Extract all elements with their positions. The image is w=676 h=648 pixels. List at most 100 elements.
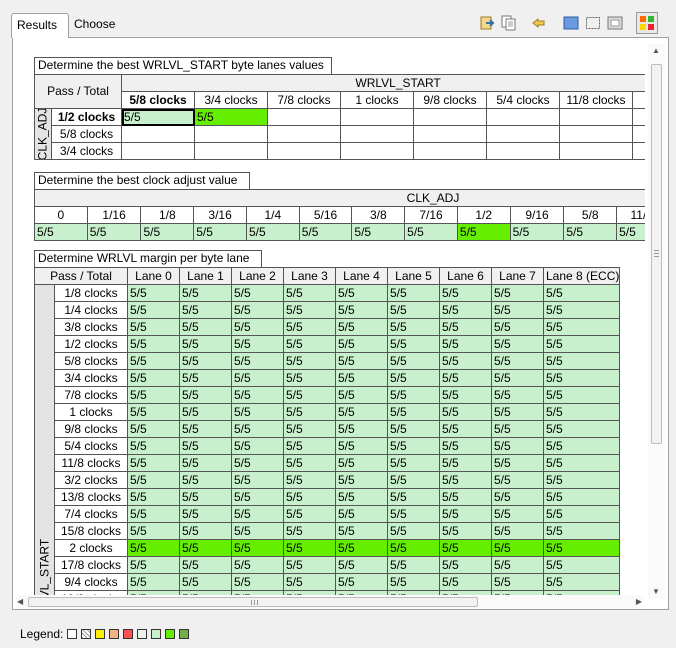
table-cell[interactable]: 5/5	[543, 284, 620, 302]
table-cell[interactable]: 5/5	[231, 301, 284, 319]
table-cell[interactable]: 5/5	[335, 352, 388, 370]
table-cell[interactable]: 5/5	[491, 335, 544, 353]
table-cell[interactable]: 5/5	[179, 386, 232, 404]
table-cell[interactable]: 5/5	[491, 437, 544, 455]
table-cell[interactable]	[413, 125, 487, 143]
table-cell[interactable]: 5/5	[335, 556, 388, 574]
table-cell[interactable]: 5/5	[439, 573, 492, 591]
table-cell[interactable]: 5/5	[179, 318, 232, 336]
table-cell[interactable]: 5/5	[283, 471, 336, 489]
table-cell[interactable]	[559, 142, 633, 160]
table-cell[interactable]: 5/5	[387, 454, 440, 472]
table-cell[interactable]	[194, 125, 268, 143]
table-cell[interactable]: 5/5	[387, 471, 440, 489]
layout-single-icon[interactable]	[562, 14, 580, 32]
grid-color-icon[interactable]	[636, 12, 658, 34]
table-cell[interactable]: 5/5	[335, 420, 388, 438]
table-cell[interactable]: 5/5	[335, 437, 388, 455]
table-cell[interactable]: 5/5	[231, 505, 284, 523]
table-cell[interactable]	[340, 142, 414, 160]
table-cell[interactable]: 5/5	[179, 488, 232, 506]
table-cell[interactable]: 5/5	[543, 403, 620, 421]
table-cell[interactable]: 5/5	[439, 318, 492, 336]
table-cell[interactable]: 5/5	[283, 420, 336, 438]
table-cell[interactable]: 5/5	[543, 539, 620, 557]
table-cell[interactable]: 5/5	[543, 318, 620, 336]
table-cell[interactable]: 5/5	[179, 556, 232, 574]
table-cell[interactable]: 5/5	[86, 223, 142, 241]
table-cell[interactable]: 5/5	[543, 420, 620, 438]
scroll-right-icon[interactable]: ▶	[636, 597, 642, 607]
table-cell[interactable]: 5/5	[491, 488, 544, 506]
copy-icon[interactable]	[500, 14, 518, 32]
table-cell[interactable]: 5/5	[335, 301, 388, 319]
table-cell[interactable]: 5/5	[335, 403, 388, 421]
table-cell[interactable]: 5/5	[127, 556, 180, 574]
table-cell[interactable]	[486, 125, 560, 143]
table-cell[interactable]: 5/5	[491, 352, 544, 370]
table-cell[interactable]: 5/5	[34, 223, 88, 241]
table-cell[interactable]	[631, 142, 645, 160]
table-cell[interactable]: 5/5	[351, 223, 406, 241]
table-cell[interactable]: 5/5	[283, 301, 336, 319]
table-cell[interactable]: 5/5	[491, 318, 544, 336]
table-cell[interactable]: 5/5	[127, 352, 180, 370]
table-cell[interactable]: 5/5	[387, 573, 440, 591]
table-cell[interactable]: 5/5	[439, 488, 492, 506]
table-cell[interactable]: 5/5	[491, 284, 544, 302]
table-cell[interactable]: 5/5	[283, 556, 336, 574]
table-cell[interactable]	[267, 142, 341, 160]
table-cell[interactable]: 5/5	[231, 318, 284, 336]
table-cell[interactable]: 5/5	[179, 505, 232, 523]
table-cell[interactable]: 5/5	[283, 403, 336, 421]
table-cell[interactable]	[340, 108, 414, 126]
table-cell[interactable]: 5/5	[335, 573, 388, 591]
table-cell[interactable]: 5/5	[283, 539, 336, 557]
table-cell[interactable]	[267, 125, 341, 143]
table-cell[interactable]: 5/5	[335, 522, 388, 540]
table-cell[interactable]: 5/5	[127, 301, 180, 319]
table-cell[interactable]: 5/5	[387, 420, 440, 438]
table-cell[interactable]: 5/5	[491, 386, 544, 404]
table-cell[interactable]: 5/5	[491, 573, 544, 591]
table-cell[interactable]	[486, 108, 560, 126]
table-cell[interactable]: 5/5	[563, 223, 618, 241]
table-cell[interactable]: 5/5	[387, 335, 440, 353]
table-cell[interactable]: 5/5	[127, 522, 180, 540]
table-cell[interactable]: 5/5	[127, 539, 180, 557]
table-cell[interactable]: 5/5	[491, 369, 544, 387]
table-cell[interactable]: 5/5	[335, 539, 388, 557]
vertical-scrollbar[interactable]: ▲ ▼	[648, 44, 665, 599]
table-cell[interactable]: 5/5	[335, 488, 388, 506]
table-cell[interactable]: 5/5	[231, 335, 284, 353]
table-cell[interactable]	[413, 108, 487, 126]
table-cell[interactable]: 5/5	[231, 488, 284, 506]
table-cell[interactable]: 5/5	[491, 522, 544, 540]
table-cell[interactable]: 5/5	[439, 403, 492, 421]
table-cell[interactable]: 5/5	[127, 471, 180, 489]
table-cell[interactable]: 5/5	[456, 223, 511, 241]
table-cell[interactable]: 5/5	[491, 471, 544, 489]
table-cell[interactable]: 5/5	[387, 437, 440, 455]
table-cell[interactable]: 5/5	[439, 522, 492, 540]
table-cell[interactable]: 5/5	[283, 437, 336, 455]
table-cell[interactable]: 5/5	[439, 369, 492, 387]
table-cell[interactable]	[631, 108, 645, 126]
table-cell[interactable]: 5/5	[387, 301, 440, 319]
tab-results[interactable]: Results	[11, 13, 69, 38]
table-cell[interactable]: 5/5	[387, 369, 440, 387]
table-cell[interactable]: 5/5	[127, 488, 180, 506]
export-icon[interactable]	[478, 14, 496, 32]
scroll-down-icon[interactable]: ▼	[652, 587, 660, 597]
table-cell[interactable]: 5/5	[439, 301, 492, 319]
table-cell[interactable]: 5/5	[127, 403, 180, 421]
table-cell[interactable]: 5/5	[194, 108, 268, 126]
table-cell[interactable]: 5/5	[387, 505, 440, 523]
table-cell[interactable]: 5/5	[231, 539, 284, 557]
table-cell[interactable]: 5/5	[543, 522, 620, 540]
table-cell[interactable]: 5/5	[543, 505, 620, 523]
table-cell[interactable]: 5/5	[140, 223, 195, 241]
table-cell[interactable]: 5/5	[543, 301, 620, 319]
table-cell[interactable]: 5/5	[179, 403, 232, 421]
table-cell[interactable]: 5/5	[387, 386, 440, 404]
